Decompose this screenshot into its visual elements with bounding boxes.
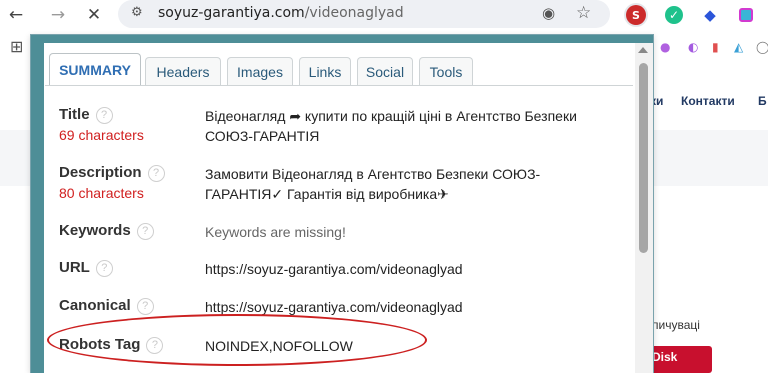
tab-summary-label: SUMMARY xyxy=(59,62,131,78)
check-extension-button[interactable]: ✓ xyxy=(662,3,686,27)
tab-social[interactable]: Social xyxy=(357,57,413,85)
back-arrow-icon: ← xyxy=(8,5,24,25)
canonical-label: Canonical? xyxy=(59,297,154,315)
bookmark-overflow-icon[interactable]: ◯ xyxy=(756,40,768,54)
url-label-text: URL xyxy=(59,259,90,276)
popup-frame-top xyxy=(31,35,653,43)
bookmark-f-icon[interactable]: ▮ xyxy=(712,40,719,54)
description-row: Description? 80 characters Замовити Віде… xyxy=(59,164,619,214)
help-icon[interactable]: ? xyxy=(95,106,113,124)
disk-badge-label: Disk xyxy=(652,350,678,364)
title-row: Title? 69 characters Відеонагляд ➦ купит… xyxy=(59,106,619,156)
title-label: Title? xyxy=(59,106,113,124)
url-path: /videonaglyad xyxy=(304,5,404,21)
square-extension-button[interactable] xyxy=(734,3,758,27)
description-char-count: 80 characters xyxy=(59,185,144,201)
bookmark-star-icon[interactable]: ☆ xyxy=(576,3,591,23)
back-button[interactable]: ← xyxy=(4,3,28,27)
help-icon[interactable]: ? xyxy=(136,222,154,240)
scroll-up-icon[interactable] xyxy=(638,47,648,53)
url-text[interactable]: soyuz-garantiya.com/videonaglyad xyxy=(158,5,404,21)
page-snippet-text: пичуваці xyxy=(652,318,700,332)
popup-frame-left xyxy=(31,35,44,373)
description-label-text: Description xyxy=(59,164,142,181)
nav-link-partial-b[interactable]: Б xyxy=(758,94,767,108)
url-row: URL? https://soyuz-garantiya.com/videona… xyxy=(59,259,619,283)
browser-toolbar: ← → ✕ ⚙ soyuz-garantiya.com/videonaglyad… xyxy=(0,0,768,30)
tag-extension-button[interactable]: ◆ xyxy=(698,3,722,27)
tab-tools-label: Tools xyxy=(429,63,463,80)
help-icon[interactable]: ? xyxy=(136,297,154,315)
eye-slash-icon[interactable]: ◉ xyxy=(542,4,555,22)
bookmark-feather-icon[interactable]: ◐ xyxy=(688,40,698,54)
stop-button[interactable]: ✕ xyxy=(82,3,106,27)
description-value: Замовити Відеонагляд в Агентство Безпеки… xyxy=(205,166,541,202)
robots-highlight-ring xyxy=(47,314,427,366)
seo-extension-button[interactable]: S xyxy=(624,3,648,27)
url-domain: soyuz-garantiya.com xyxy=(158,5,305,21)
keywords-value: Keywords are missing! xyxy=(205,224,346,240)
address-bar[interactable]: ⚙ soyuz-garantiya.com/videonaglyad ◉ ☆ xyxy=(118,0,610,28)
canonical-label-text: Canonical xyxy=(59,297,131,314)
site-settings-icon[interactable]: ⚙ xyxy=(131,5,143,20)
tag-icon: ◆ xyxy=(704,6,716,24)
keywords-label: Keywords? xyxy=(59,222,154,240)
square-extension-icon xyxy=(739,8,753,22)
tab-links[interactable]: Links xyxy=(299,57,351,85)
keywords-label-text: Keywords xyxy=(59,222,131,239)
tab-social-label: Social xyxy=(365,63,405,80)
forward-button[interactable]: → xyxy=(46,3,70,27)
check-icon: ✓ xyxy=(665,6,683,24)
bookmark-chart-icon[interactable]: ◭ xyxy=(734,40,743,54)
close-icon: ✕ xyxy=(86,5,102,25)
tab-images-label: Images xyxy=(237,63,283,80)
description-label: Description? xyxy=(59,164,165,182)
scrollbar-thumb[interactable] xyxy=(639,63,648,253)
forward-arrow-icon: → xyxy=(50,5,66,25)
help-icon[interactable]: ? xyxy=(95,259,113,277)
apps-grid-icon[interactable]: ⊞ xyxy=(10,37,23,56)
tab-images[interactable]: Images xyxy=(227,57,293,85)
title-char-count: 69 characters xyxy=(59,127,144,143)
title-label-text: Title xyxy=(59,106,90,123)
title-value: Відеонагляд ➦ купити по кращій ціні в Аг… xyxy=(205,108,577,144)
nav-link-contacts[interactable]: Контакти xyxy=(681,94,735,108)
seo-extension-icon: S xyxy=(626,5,646,25)
tab-headers[interactable]: Headers xyxy=(145,57,221,85)
keywords-row: Keywords? Keywords are missing! xyxy=(59,222,619,246)
tab-links-label: Links xyxy=(308,63,342,80)
help-icon[interactable]: ? xyxy=(147,164,165,182)
tab-summary[interactable]: SUMMARY xyxy=(49,53,141,86)
url-label: URL? xyxy=(59,259,113,277)
bookmark-circle-icon[interactable]: ● xyxy=(660,40,670,54)
tab-headers-label: Headers xyxy=(156,63,210,80)
tab-tools[interactable]: Tools xyxy=(419,57,473,85)
url-value: https://soyuz-garantiya.com/videonaglyad xyxy=(205,261,463,277)
seo-popup: SUMMARY Headers Images Links Social Tool… xyxy=(30,34,654,373)
